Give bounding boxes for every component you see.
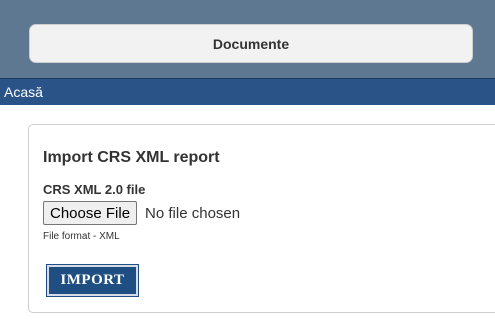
breadcrumb: Acasă xyxy=(0,78,495,105)
file-field-label: CRS XML 2.0 file xyxy=(43,182,146,197)
file-input[interactable]: Choose File No file chosen xyxy=(43,201,240,225)
import-button[interactable]: IMPORT xyxy=(46,264,139,297)
breadcrumb-home-link[interactable]: Acasă xyxy=(4,84,43,100)
documente-nav-button[interactable]: Documente xyxy=(29,24,473,63)
main-content: Import CRS XML report CRS XML 2.0 file C… xyxy=(0,105,495,327)
card-title: Import CRS XML report xyxy=(43,149,220,166)
choose-file-button[interactable]: Choose File xyxy=(43,201,138,225)
file-format-hint: File format - XML xyxy=(43,231,120,242)
import-card: Import CRS XML report CRS XML 2.0 file C… xyxy=(28,124,495,313)
file-status-text: No file chosen xyxy=(145,204,241,222)
header-band: Documente xyxy=(0,0,495,78)
